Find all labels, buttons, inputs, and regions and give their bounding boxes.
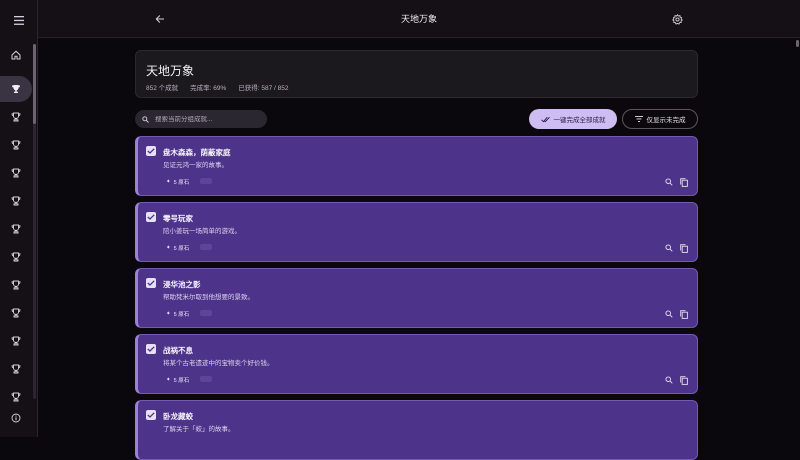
achievement-reward: ✦ 5 原石: [166, 310, 189, 318]
completion-rate: 完成率: 69%: [190, 85, 227, 92]
achievement-checkbox[interactable]: [146, 212, 156, 222]
achievement-checkbox[interactable]: [146, 410, 156, 420]
trophy-icon: [12, 85, 20, 93]
achievement-description: 将某个古老遗迹中的宝物卖个好价钱。: [163, 360, 274, 367]
obtained-count: 已获得: 587 / 852: [238, 85, 289, 92]
check-icon: [147, 214, 155, 220]
achievement-description: 陪小姜玩一场简单的游戏。: [163, 228, 241, 235]
search-box[interactable]: [135, 110, 267, 128]
group-summary-card: 天地万象 852 个成就 完成率: 69% 已获得: 587 / 852: [135, 50, 698, 98]
copy-icon[interactable]: [679, 243, 689, 253]
trophy-icon: [11, 308, 21, 318]
check-icon: [147, 148, 155, 154]
search-icon[interactable]: [664, 309, 674, 319]
achievement-name: 盘木森森，荫蔽家庭: [163, 148, 231, 157]
trophy-icon: [11, 140, 21, 150]
trophy-icon: [11, 224, 21, 234]
complete-all-label: 一键完成全部成就: [553, 117, 606, 124]
achievement-name: 卧龙藏蛟: [163, 412, 193, 421]
achievement-name: 零号玩家: [163, 214, 193, 223]
trophy-icon: [11, 336, 21, 346]
achievement-description: 见证元鸿一家的故事。: [163, 162, 228, 169]
trophy-icon: [11, 364, 21, 374]
reward-label: 5 原石: [173, 312, 190, 318]
copy-icon[interactable]: [679, 309, 689, 319]
nav-item-trophy[interactable]: [0, 216, 32, 242]
trophy-icon: [11, 392, 21, 402]
done-all-icon: [540, 116, 550, 123]
copy-icon[interactable]: [679, 375, 689, 385]
achievement-card[interactable]: 卧龙藏蛟 了解关于「蛟」的故事。: [135, 400, 698, 460]
reward-label: 5 原石: [173, 246, 190, 252]
achievement-name: 浸华池之影: [163, 280, 201, 289]
achievement-description: 了解关于「蛟」的故事。: [163, 426, 235, 433]
reward-label: 5 原石: [173, 180, 190, 186]
nav-item-trophy[interactable]: [0, 160, 32, 186]
rail-scrollbar-thumb[interactable]: [33, 44, 36, 124]
gear-icon[interactable]: [671, 13, 683, 25]
filter-icon: [634, 116, 643, 122]
trophy-icon: [11, 168, 21, 178]
version-tag: [200, 310, 212, 316]
page-title: 天地万象: [400, 14, 437, 24]
search-icon: [142, 115, 149, 123]
achievement-card[interactable]: 零号玩家 陪小姜玩一场简单的游戏。 ✦ 5 原石: [135, 202, 698, 262]
version-tag: [200, 178, 212, 184]
version-tag: [200, 244, 212, 250]
reward-label: 5 原石: [173, 378, 190, 384]
achievement-checkbox[interactable]: [146, 278, 156, 288]
achievement-checkbox[interactable]: [146, 146, 156, 156]
search-input[interactable]: [155, 115, 255, 123]
achievement-card[interactable]: 战祸不息 将某个古老遗迹中的宝物卖个好价钱。 ✦ 5 原石: [135, 334, 698, 394]
rail-scrollbar[interactable]: [33, 44, 36, 399]
search-icon[interactable]: [664, 243, 674, 253]
check-icon: [147, 346, 155, 352]
nav-item-trophy[interactable]: [0, 244, 32, 270]
complete-all-button[interactable]: 一键完成全部成就: [529, 109, 617, 129]
primogem-icon: ✦: [166, 245, 171, 251]
achievement-description: 帮助梵米尔取到他想要的景致。: [163, 294, 254, 301]
version-tag: [200, 376, 212, 382]
nav-item-trophy[interactable]: [0, 356, 32, 382]
search-icon[interactable]: [664, 375, 674, 385]
trophy-icon: [11, 252, 21, 262]
nav-item-trophy[interactable]: [0, 272, 32, 298]
group-title: 天地万象: [146, 64, 195, 78]
achievement-checkbox[interactable]: [146, 344, 156, 354]
nav-item-trophy[interactable]: [0, 328, 32, 354]
show-incomplete-label: 仅显示未完成: [646, 117, 686, 124]
nav-item-trophy[interactable]: [0, 188, 32, 214]
trophy-icon: [11, 112, 21, 122]
navigation-rail: [0, 0, 38, 437]
nav-item-trophy[interactable]: [0, 132, 32, 158]
top-app-bar: 天地万象: [38, 0, 800, 38]
check-icon: [147, 412, 155, 418]
achievement-reward: ✦ 5 原石: [166, 244, 189, 252]
nav-item-trophy-active[interactable]: [0, 76, 32, 102]
total-count: 852 个成就: [146, 85, 179, 92]
nav-item-trophy[interactable]: [0, 300, 32, 326]
nav-item-trophy[interactable]: [0, 104, 32, 130]
trophy-icon: [11, 280, 21, 290]
achievement-card[interactable]: 浸华池之影 帮助梵米尔取到他想要的景致。 ✦ 5 原石: [135, 268, 698, 328]
achievement-card[interactable]: 盘木森森，荫蔽家庭 见证元鸿一家的故事。 ✦ 5 原石: [135, 136, 698, 196]
trophy-icon: [11, 196, 21, 206]
achievement-reward: ✦ 5 原石: [166, 376, 189, 384]
group-stats: 852 个成就 完成率: 69% 已获得: 587 / 852: [146, 82, 289, 92]
copy-icon[interactable]: [679, 177, 689, 187]
primogem-icon: ✦: [166, 179, 171, 185]
search-icon[interactable]: [664, 177, 674, 187]
primogem-icon: ✦: [166, 311, 171, 317]
home-icon[interactable]: [0, 42, 32, 68]
achievement-reward: ✦ 5 原石: [166, 178, 189, 186]
menu-icon[interactable]: [3, 7, 35, 33]
primogem-icon: ✦: [166, 377, 171, 383]
info-icon[interactable]: [0, 405, 32, 431]
achievement-name: 战祸不息: [163, 346, 193, 355]
main-scrollbar-thumb[interactable]: [796, 40, 799, 47]
show-incomplete-button[interactable]: 仅显示未完成: [622, 109, 698, 129]
check-icon: [147, 280, 155, 286]
